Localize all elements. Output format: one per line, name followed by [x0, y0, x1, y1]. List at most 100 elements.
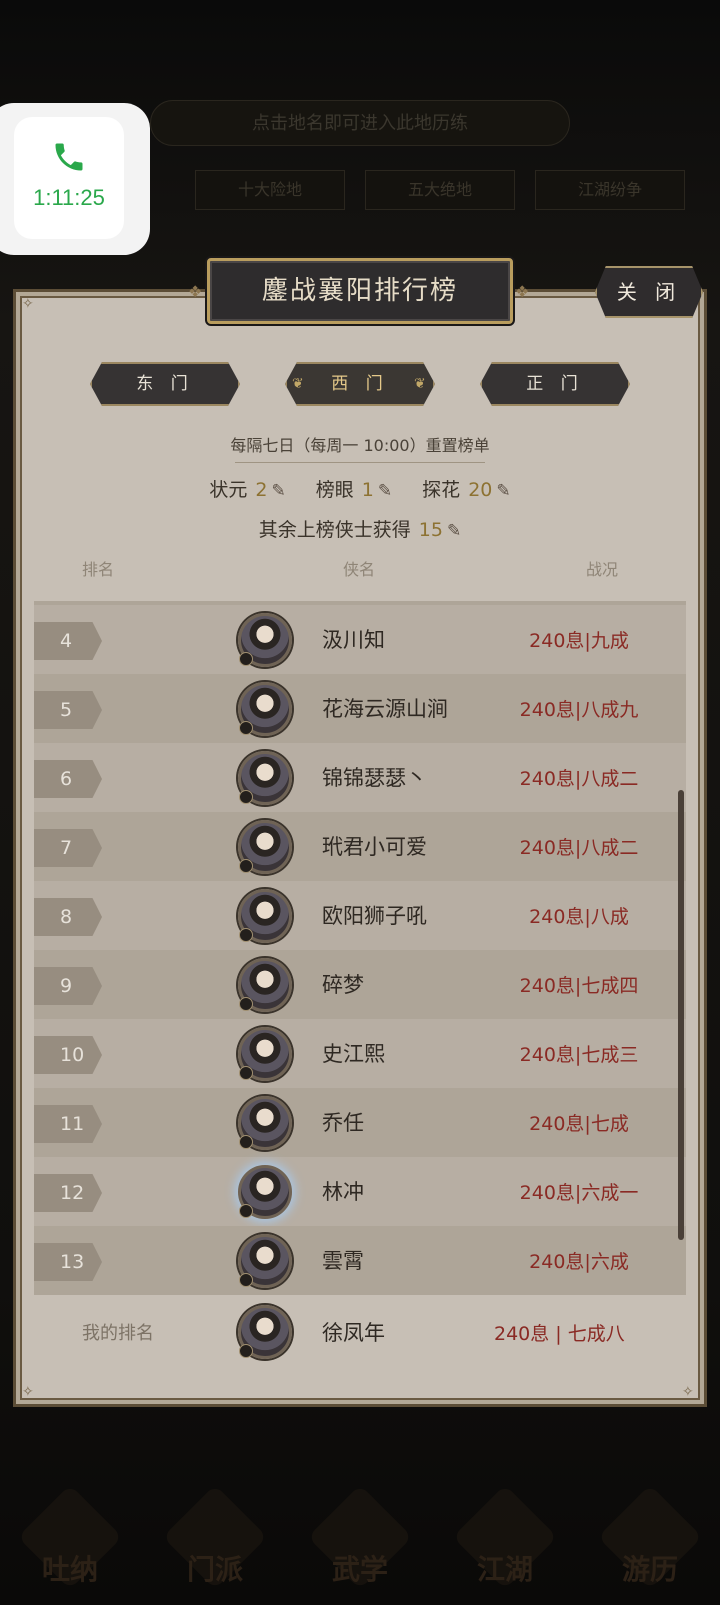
my-rank-row: 我的排名 徐凤年 240息 | 七成八 — [34, 1297, 686, 1367]
rank-tag: 9 — [34, 967, 102, 1005]
tab-ten-danger[interactable]: 十大险地 — [195, 170, 345, 210]
rank-tag: 12 — [34, 1174, 102, 1212]
reward-third-value: 20 — [468, 479, 493, 501]
player-name: 林冲 — [322, 1180, 364, 1204]
tab-jianghu-strife[interactable]: 江湖纷争 — [535, 170, 685, 210]
table-row[interactable]: 13 雲霄 240息|六成 — [34, 1226, 686, 1295]
rank-tag: 8 — [34, 898, 102, 936]
table-row[interactable]: 10 史江熙 240息|七成三 — [34, 1019, 686, 1088]
reward-summary: 状元 2 ✎ 榜眼 1 ✎ 探花 20 ✎ — [0, 475, 720, 502]
my-rank-label: 我的排名 — [82, 1323, 154, 1344]
table-row[interactable]: 7 玳君小可爱 240息|八成二 — [34, 812, 686, 881]
my-name: 徐凤年 — [322, 1321, 385, 1345]
bottom-nav: 吐纳 门派 武学 江湖 游历 — [0, 1480, 720, 1605]
rank-tag: 13 — [34, 1243, 102, 1281]
rank-tag: 7 — [34, 829, 102, 867]
divider — [235, 462, 485, 463]
ranking-list[interactable]: 4 汲川知 240息|九成 5 花海云源山涧 240息|八成九 6 锦锦瑟瑟丶 … — [34, 601, 686, 1297]
feather-icon: ✎ — [271, 481, 286, 501]
table-row[interactable]: 4 汲川知 240息|九成 — [34, 605, 686, 674]
gate-main-button[interactable]: 正 门 — [480, 362, 630, 406]
battle-status: 240息|八成二 — [519, 768, 639, 790]
reward-second-value: 1 — [361, 479, 374, 501]
column-rank: 排名 — [82, 560, 115, 579]
call-indicator[interactable]: 1:11:25 — [0, 103, 150, 255]
panel-title: 鏖战襄阳排行榜 — [207, 258, 513, 324]
corner-ornament: ✧ — [22, 1384, 34, 1400]
avatar — [238, 1165, 292, 1219]
avatar — [238, 1305, 292, 1359]
avatar — [238, 682, 292, 736]
rank-tag: 6 — [34, 760, 102, 798]
avatar — [238, 613, 292, 667]
reward-rest-value: 15 — [418, 519, 443, 541]
table-row[interactable]: 6 锦锦瑟瑟丶 240息|八成二 — [34, 743, 686, 812]
avatar — [238, 889, 292, 943]
player-name: 碎梦 — [322, 973, 364, 997]
avatar — [238, 1027, 292, 1081]
battle-status: 240息|九成 — [529, 630, 629, 652]
corner-ornament: ✧ — [682, 1384, 694, 1400]
table-row[interactable]: 11 乔任 240息|七成 — [34, 1088, 686, 1157]
reset-notice: 每隔七日（每周一 10:00）重置榜单 — [230, 436, 490, 455]
reward-first-value: 2 — [255, 479, 268, 501]
rank-tag: 4 — [34, 622, 102, 660]
battle-status: 240息|八成二 — [519, 837, 639, 859]
column-name: 侠名 — [343, 560, 376, 579]
player-name: 锦锦瑟瑟丶 — [322, 766, 427, 790]
ornament-icon: ❦ — [292, 376, 304, 392]
nav-jianghu[interactable]: 江湖 — [450, 1484, 560, 1600]
tab-five-extreme[interactable]: 五大绝地 — [365, 170, 515, 210]
player-name: 花海云源山涧 — [322, 697, 448, 721]
reward-first-label: 状元 — [209, 479, 248, 501]
nav-breathe[interactable]: 吐纳 — [15, 1484, 125, 1600]
player-name: 欧阳狮子吼 — [322, 904, 427, 928]
reward-second-label: 榜眼 — [315, 479, 354, 501]
rank-tag: 10 — [34, 1036, 102, 1074]
my-status: 240息 | 七成八 — [494, 1323, 625, 1345]
table-row[interactable]: 5 花海云源山涧 240息|八成九 — [34, 674, 686, 743]
battle-status: 240息|八成 — [529, 906, 629, 928]
title-ornament-right: ❖ — [515, 282, 530, 301]
battle-status: 240息|六成 — [529, 1251, 629, 1273]
gate-east-button[interactable]: 东 门 — [90, 362, 240, 406]
reward-rest-label: 其余上榜侠士获得 — [258, 519, 411, 541]
rank-tag: 5 — [34, 691, 102, 729]
player-name: 雲霄 — [322, 1249, 364, 1273]
nav-martial[interactable]: 武学 — [305, 1484, 415, 1600]
reward-third-label: 探花 — [422, 479, 461, 501]
gate-west-button[interactable]: 西 门 — [285, 362, 435, 406]
phone-icon — [55, 143, 83, 171]
table-row[interactable]: 8 欧阳狮子吼 240息|八成 — [34, 881, 686, 950]
player-name: 乔任 — [322, 1111, 364, 1135]
feather-icon: ✎ — [496, 481, 511, 501]
avatar — [238, 1096, 292, 1150]
battle-status: 240息|七成三 — [519, 1044, 639, 1066]
player-name: 玳君小可爱 — [322, 835, 427, 859]
avatar — [238, 751, 292, 805]
player-name: 汲川知 — [322, 628, 385, 652]
call-duration: 1:11:25 — [33, 185, 105, 210]
avatar — [238, 820, 292, 874]
ornament-icon: ❦ — [414, 376, 426, 392]
feather-icon: ✎ — [446, 521, 462, 541]
column-status: 战况 — [586, 560, 619, 579]
battle-status: 240息|八成九 — [519, 699, 639, 721]
battle-status: 240息|六成一 — [519, 1182, 639, 1204]
rank-tag: 11 — [34, 1105, 102, 1143]
avatar — [238, 958, 292, 1012]
avatar — [238, 1234, 292, 1288]
scrollbar[interactable] — [678, 790, 684, 1240]
table-row[interactable]: 12 林冲 240息|六成一 — [34, 1157, 686, 1226]
battle-status: 240息|七成四 — [519, 975, 639, 997]
nav-sect[interactable]: 门派 — [160, 1484, 270, 1600]
reward-rest: 其余上榜侠士获得 15 ✎ — [0, 515, 720, 542]
nav-travel[interactable]: 游历 — [595, 1484, 705, 1600]
table-row[interactable]: 9 碎梦 240息|七成四 — [34, 950, 686, 1019]
corner-ornament: ✧ — [22, 296, 34, 312]
battle-status: 240息|七成 — [529, 1113, 629, 1135]
player-name: 史江熙 — [322, 1042, 385, 1066]
feather-icon: ✎ — [377, 481, 393, 501]
close-button[interactable]: 关 闭 — [595, 266, 703, 318]
map-hint: 点击地名即可进入此地历练 — [150, 100, 570, 146]
